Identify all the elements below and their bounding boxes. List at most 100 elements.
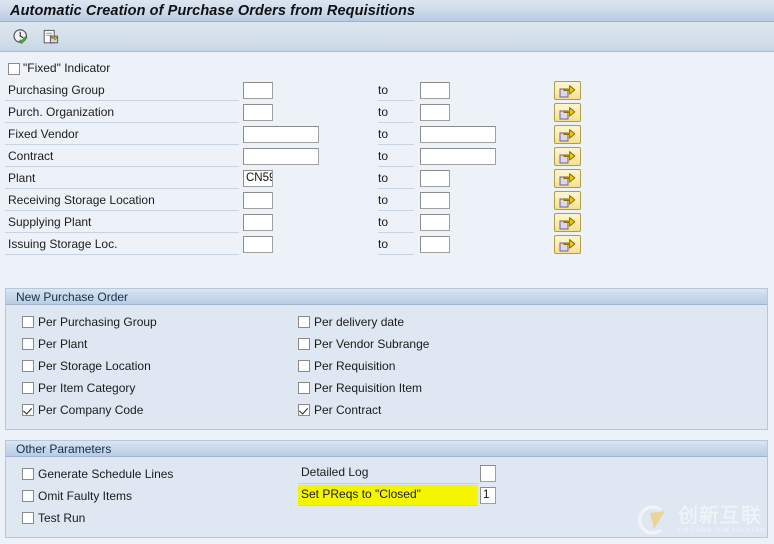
execute-button[interactable] [9, 25, 32, 48]
parameter-label-set-preqs-to-closed: Set PReqs to "Closed" [298, 485, 478, 506]
selection-row: Purch. Organization to [0, 102, 774, 124]
other-parameters-panel: Other Parameters Generate Schedule Lines… [5, 440, 768, 538]
checkbox-per-company-code-label: Per Company Code [38, 403, 144, 417]
field-to-plant[interactable] [420, 170, 450, 187]
checkbox-per-item-category[interactable]: Per Item Category [22, 381, 135, 395]
selection-row: Receiving Storage Location to [0, 190, 774, 212]
checkbox-per-storage-location-label: Per Storage Location [38, 359, 151, 373]
selection-row: Purchasing Group to [0, 80, 774, 102]
field-from-plant[interactable]: CN59 [243, 170, 273, 187]
checkbox-generate-schedule-lines-label: Generate Schedule Lines [38, 467, 174, 481]
window-title-bar: Automatic Creation of Purchase Orders fr… [0, 0, 774, 22]
checkbox-per-plant[interactable]: Per Plant [22, 337, 87, 351]
parameter-input-set-preqs-to-closed[interactable]: 1 [480, 487, 496, 504]
get-variant-button[interactable] [39, 25, 62, 48]
parameter-row: Omit Faulty Items Set PReqs to "Closed" 1 [6, 485, 767, 507]
parameter-row: Generate Schedule Lines Detailed Log [6, 463, 767, 485]
checkbox-per-contract-label: Per Contract [314, 403, 382, 417]
checkbox-box [22, 490, 34, 502]
checkbox-omit-faulty-items[interactable]: Omit Faulty Items [22, 489, 132, 503]
option-row: Per Purchasing Group Per delivery date [6, 311, 767, 333]
to-label: to [378, 80, 414, 101]
field-from-fixed-vendor[interactable] [243, 126, 319, 143]
field-from-issuing-storage-loc[interactable] [243, 236, 273, 253]
parameter-cell: Omit Faulty Items [22, 485, 132, 507]
to-label: to [378, 168, 414, 189]
field-label-issuing-storage-loc: Issuing Storage Loc. [5, 234, 239, 255]
option-cell: Per delivery date [298, 311, 404, 333]
checkbox-per-requisition-item[interactable]: Per Requisition Item [298, 381, 422, 395]
checkbox-test-run[interactable]: Test Run [22, 511, 85, 525]
option-row: Per Item Category Per Requisition Item [6, 377, 767, 399]
checkbox-box [298, 316, 310, 328]
multi-select-button-plant[interactable] [554, 169, 581, 188]
checkbox-box [22, 316, 34, 328]
multi-select-button-supplying-plant[interactable] [554, 213, 581, 232]
option-cell: Per Requisition [298, 355, 395, 377]
parameter-label-detailed-log: Detailed Log [298, 463, 478, 484]
field-to-issuing-storage-loc[interactable] [420, 236, 450, 253]
to-label: to [378, 234, 414, 255]
other-parameters-title: Other Parameters [6, 440, 767, 457]
option-cell: Per Plant [22, 333, 87, 355]
multi-select-button-fixed-vendor[interactable] [554, 125, 581, 144]
multi-select-button-purchasing-group[interactable] [554, 81, 581, 100]
multi-select-arrow-icon [559, 172, 576, 185]
checkbox-per-plant-label: Per Plant [38, 337, 88, 351]
field-from-purchasing-group[interactable] [243, 82, 273, 99]
multi-select-button-receiving-storage-location[interactable] [554, 191, 581, 210]
checkbox-per-purchasing-group[interactable]: Per Purchasing Group [22, 315, 157, 329]
checkbox-box [298, 360, 310, 372]
selection-row: Supplying Plant to [0, 212, 774, 234]
multi-select-arrow-icon [559, 84, 576, 97]
multi-select-button-contract[interactable] [554, 147, 581, 166]
field-from-receiving-storage-location[interactable] [243, 192, 273, 209]
option-cell: Per Item Category [22, 377, 135, 399]
checkbox-per-delivery-date-label: Per delivery date [314, 315, 405, 329]
checkbox-box [298, 338, 310, 350]
field-to-fixed-vendor[interactable] [420, 126, 496, 143]
checkbox-per-requisition-label: Per Requisition [314, 359, 396, 373]
option-row: Per Company Code Per Contract [6, 399, 767, 421]
multi-select-arrow-icon [559, 128, 576, 141]
field-from-purch-organization[interactable] [243, 104, 273, 121]
checkbox-per-delivery-date[interactable]: Per delivery date [298, 315, 404, 329]
field-label-supplying-plant: Supplying Plant [5, 212, 239, 233]
checkbox-box [298, 404, 310, 416]
checkbox-per-contract[interactable]: Per Contract [298, 403, 381, 417]
multi-select-button-purch-organization[interactable] [554, 103, 581, 122]
new-purchase-order-panel: New Purchase Order Per Purchasing Group P… [5, 288, 768, 430]
to-label: to [378, 124, 414, 145]
to-label: to [378, 102, 414, 123]
field-from-contract[interactable] [243, 148, 319, 165]
checkbox-per-storage-location[interactable]: Per Storage Location [22, 359, 151, 373]
checkbox-per-vendor-subrange[interactable]: Per Vendor Subrange [298, 337, 429, 351]
field-from-supplying-plant[interactable] [243, 214, 273, 231]
multi-select-button-issuing-storage-loc[interactable] [554, 235, 581, 254]
checkbox-box [298, 382, 310, 394]
checkbox-box [8, 62, 20, 75]
checkbox-box [22, 512, 34, 524]
parameter-input-detailed-log[interactable] [480, 465, 496, 482]
checkbox-per-requisition-item-label: Per Requisition Item [314, 381, 423, 395]
to-label: to [378, 212, 414, 233]
checkbox-per-company-code[interactable]: Per Company Code [22, 403, 143, 417]
checkbox-per-purchasing-group-label: Per Purchasing Group [38, 315, 157, 329]
checkbox-box [22, 468, 34, 480]
field-to-contract[interactable] [420, 148, 496, 165]
checkbox-box [22, 360, 34, 372]
field-to-purchasing-group[interactable] [420, 82, 450, 99]
field-to-receiving-storage-location[interactable] [420, 192, 450, 209]
fixed-indicator-checkbox[interactable]: "Fixed" Indicator [5, 58, 110, 79]
option-cell: Per Requisition Item [298, 377, 422, 399]
multi-select-arrow-icon [559, 150, 576, 163]
multi-select-arrow-icon [559, 216, 576, 229]
field-to-supplying-plant[interactable] [420, 214, 450, 231]
selection-screen: "Fixed" Indicator Purchasing Group to Purc… [0, 52, 774, 544]
other-parameters-options: Generate Schedule Lines Detailed Log Omit … [6, 457, 767, 537]
field-to-purch-organization[interactable] [420, 104, 450, 121]
option-cell: Per Company Code [22, 399, 143, 421]
checkbox-per-requisition[interactable]: Per Requisition [298, 359, 395, 373]
checkbox-generate-schedule-lines[interactable]: Generate Schedule Lines [22, 467, 173, 481]
field-label-fixed-vendor: Fixed Vendor [5, 124, 239, 145]
